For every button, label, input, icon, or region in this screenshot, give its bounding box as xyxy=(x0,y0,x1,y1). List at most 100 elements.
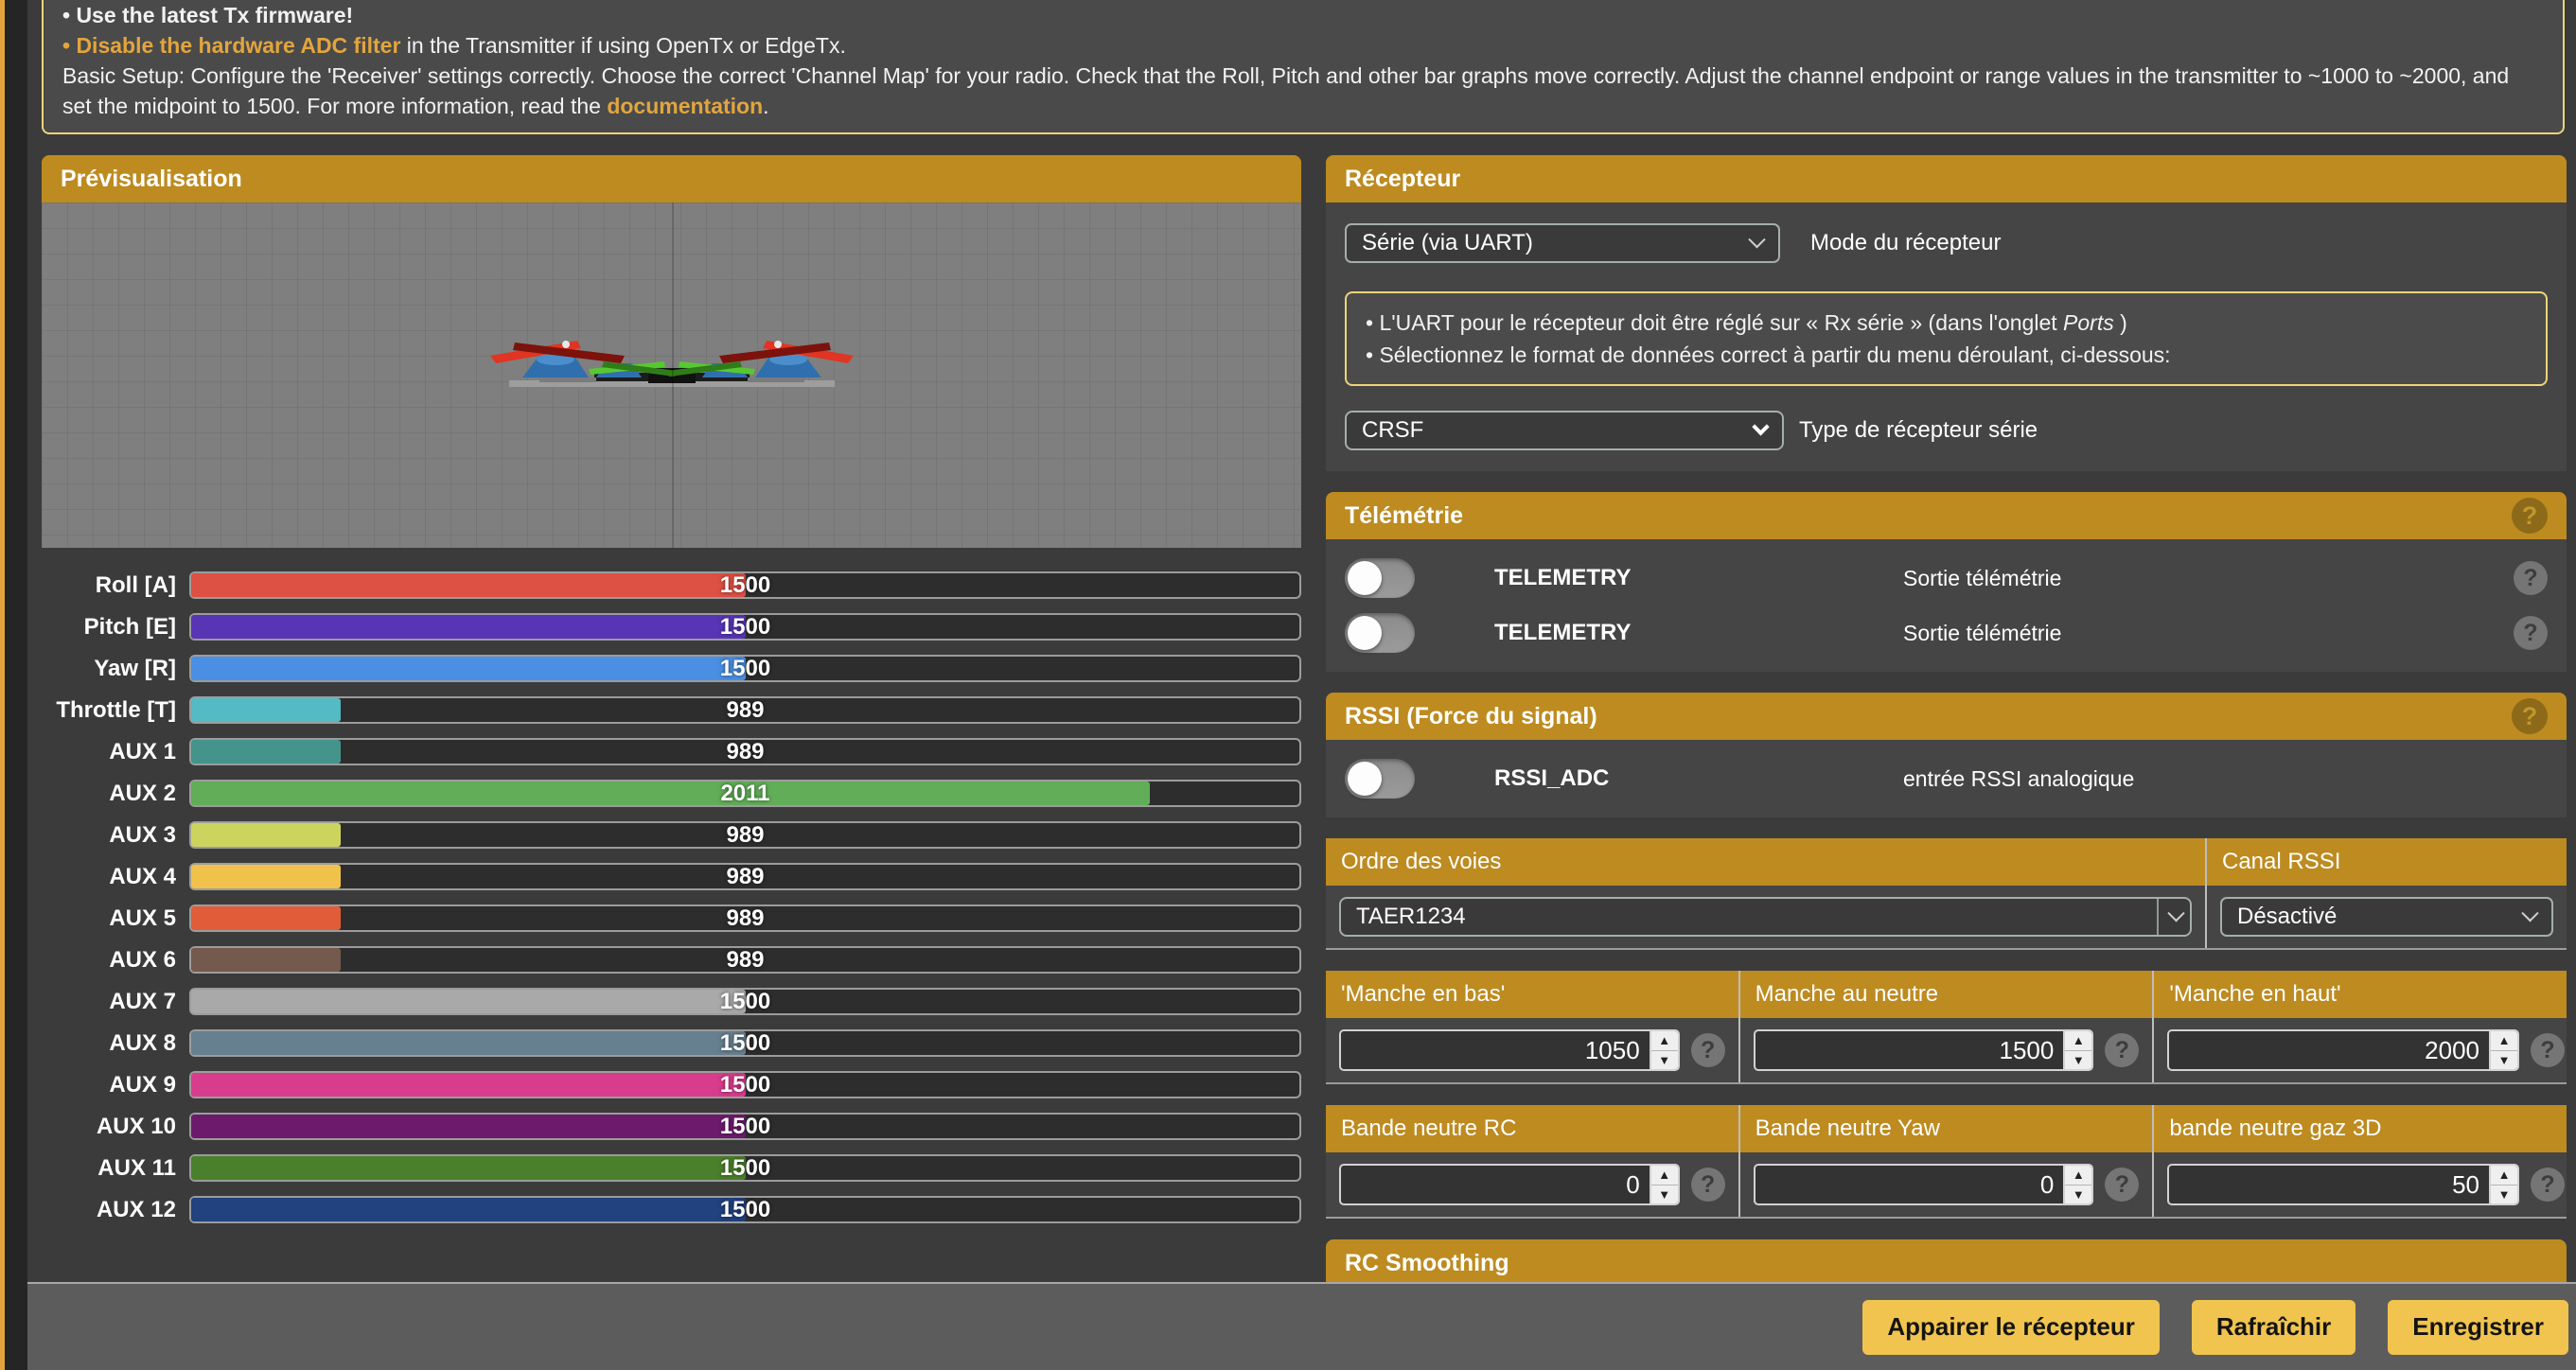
telemetry-title: Télémétrie xyxy=(1345,502,1463,530)
toggle-knob xyxy=(1348,616,1382,650)
preview-panel-header: Prévisualisation xyxy=(42,155,1301,202)
channel-map-header: Ordre des voies xyxy=(1326,838,2205,886)
channel-value: 1500 xyxy=(191,1156,1299,1180)
help-icon[interactable]: ? xyxy=(2105,1168,2139,1202)
channel-bar: 1500 xyxy=(189,613,1301,641)
stepper-down-icon[interactable]: ▼ xyxy=(2491,1186,2517,1204)
stepper-down-icon[interactable]: ▼ xyxy=(2491,1051,2517,1070)
stepper[interactable]: ▲▼ xyxy=(2065,1164,2093,1205)
serial-provider-select[interactable]: CRSF xyxy=(1345,411,1784,450)
rssi-title: RSSI (Force du signal) xyxy=(1345,703,1597,730)
channel-map-value: TAER1234 xyxy=(1356,904,2147,930)
stepper[interactable]: ▲▼ xyxy=(2491,1029,2519,1071)
rssi-channel-select[interactable]: Désactivé xyxy=(2220,897,2553,937)
channel-value: 989 xyxy=(191,823,1299,847)
stepper-up-icon[interactable]: ▲ xyxy=(2065,1166,2091,1186)
help-icon[interactable]: ? xyxy=(1691,1033,1725,1067)
deadband-3d-header: bande neutre gaz 3D xyxy=(2154,1105,2567,1152)
channel-row: AUX 1 989 xyxy=(42,738,1301,765)
stick-high-input[interactable] xyxy=(2167,1029,2491,1071)
stick-low-input[interactable] xyxy=(1339,1029,1651,1071)
rc-smoothing-title: RC Smoothing xyxy=(1345,1250,1509,1277)
help-icon[interactable]: ? xyxy=(2531,1168,2565,1202)
serial-provider-value: CRSF xyxy=(1362,417,1755,444)
setup-note: • Use the latest Tx firmware! • Disable … xyxy=(42,0,2565,134)
toggle-knob xyxy=(1348,561,1382,595)
stepper-down-icon[interactable]: ▼ xyxy=(1651,1051,1678,1070)
pair-receiver-button[interactable]: Appairer le récepteur xyxy=(1862,1300,2160,1355)
deadband-yaw-header: Bande neutre Yaw xyxy=(1740,1105,2153,1152)
telemetry-section: Télémétrie ? TELEMETRY Sortie télémétrie… xyxy=(1326,492,2567,672)
channel-bar: 1500 xyxy=(189,1071,1301,1098)
channel-row: AUX 7 1500 xyxy=(42,988,1301,1015)
stepper[interactable]: ▲▼ xyxy=(2491,1164,2519,1205)
channel-value: 2011 xyxy=(191,782,1299,805)
channel-label: AUX 6 xyxy=(42,947,176,974)
stick-values-group: 'Manche en bas' ▲▼ ? Manche au neutre xyxy=(1326,971,2567,1084)
deadband-3d-input[interactable] xyxy=(2167,1164,2491,1205)
channel-row: AUX 8 1500 xyxy=(42,1029,1301,1057)
telemetry-toggle[interactable] xyxy=(1345,613,1415,653)
channel-value: 1500 xyxy=(191,1198,1299,1221)
note-line-1: • Use the latest Tx firmware! xyxy=(62,0,2544,30)
save-button[interactable]: Enregistrer xyxy=(2388,1300,2568,1355)
help-icon[interactable]: ? xyxy=(2105,1033,2139,1067)
channel-bar: 989 xyxy=(189,821,1301,849)
channel-bar: 1500 xyxy=(189,1113,1301,1140)
select-divider xyxy=(2157,899,2159,935)
stepper[interactable]: ▲▼ xyxy=(1651,1029,1680,1071)
help-icon[interactable]: ? xyxy=(2512,498,2548,534)
feature-name: RSSI_ADC xyxy=(1494,765,1903,792)
footer-toolbar: Appairer le récepteur Rafraîchir Enregis… xyxy=(0,1282,2576,1370)
help-icon[interactable]: ? xyxy=(1691,1168,1725,1202)
channel-row: AUX 10 1500 xyxy=(42,1113,1301,1140)
help-icon[interactable]: ? xyxy=(2514,561,2548,595)
rssi-channel-value: Désactivé xyxy=(2237,904,2524,930)
channel-value: 989 xyxy=(191,865,1299,888)
help-icon[interactable]: ? xyxy=(2512,698,2548,734)
channel-value: 1500 xyxy=(191,615,1299,639)
channel-label: AUX 8 xyxy=(42,1030,176,1057)
receiver-mode-select[interactable]: Série (via UART) xyxy=(1345,223,1780,263)
stepper-down-icon[interactable]: ▼ xyxy=(1651,1186,1678,1204)
refresh-button[interactable]: Rafraîchir xyxy=(2192,1300,2355,1355)
stepper-down-icon[interactable]: ▼ xyxy=(2065,1186,2091,1204)
channel-bar: 1500 xyxy=(189,1154,1301,1182)
feature-desc: Sortie télémétrie xyxy=(1903,566,2514,591)
channel-value: 989 xyxy=(191,906,1299,930)
stepper-down-icon[interactable]: ▼ xyxy=(2065,1051,2091,1070)
channel-bar: 1500 xyxy=(189,1196,1301,1223)
help-icon[interactable]: ? xyxy=(2531,1033,2565,1067)
channel-row: Yaw [R] 1500 xyxy=(42,655,1301,682)
chevron-down-icon xyxy=(1752,418,1769,435)
receiver-section-header: Récepteur xyxy=(1326,155,2567,202)
stepper-up-icon[interactable]: ▲ xyxy=(2065,1031,2091,1051)
feature-name: TELEMETRY xyxy=(1494,620,1903,646)
stick-center-input[interactable] xyxy=(1754,1029,2066,1071)
stepper[interactable]: ▲▼ xyxy=(1651,1164,1680,1205)
channel-row: AUX 6 989 xyxy=(42,946,1301,974)
stepper[interactable]: ▲▼ xyxy=(2065,1029,2093,1071)
chevron-down-icon xyxy=(2167,905,2184,922)
stepper-up-icon[interactable]: ▲ xyxy=(1651,1031,1678,1051)
receiver-mode-label: Mode du récepteur xyxy=(1810,230,2001,256)
channel-bar: 989 xyxy=(189,863,1301,890)
rc-smoothing-section: RC Smoothing xyxy=(1326,1239,2567,1282)
rssi-adc-toggle[interactable] xyxy=(1345,759,1415,799)
deadband-rc-input[interactable] xyxy=(1339,1164,1651,1205)
stick-center-header: Manche au neutre xyxy=(1740,971,2153,1018)
channel-map-select[interactable]: TAER1234 xyxy=(1339,897,2192,937)
help-icon[interactable]: ? xyxy=(2514,616,2548,650)
channel-label: AUX 12 xyxy=(42,1197,176,1223)
deadband-yaw-input[interactable] xyxy=(1754,1164,2066,1205)
stepper-up-icon[interactable]: ▲ xyxy=(2491,1166,2517,1186)
documentation-link[interactable]: documentation xyxy=(607,94,763,118)
stepper-up-icon[interactable]: ▲ xyxy=(2491,1031,2517,1051)
uart-note: • L'UART pour le récepteur doit être rég… xyxy=(1345,291,2548,386)
adc-filter-link[interactable]: • Disable the hardware ADC filter xyxy=(62,33,400,58)
telemetry-toggle[interactable] xyxy=(1345,558,1415,598)
stick-low-header: 'Manche en bas' xyxy=(1326,971,1738,1018)
channel-bar: 989 xyxy=(189,738,1301,765)
stepper-up-icon[interactable]: ▲ xyxy=(1651,1166,1678,1186)
channel-label: AUX 5 xyxy=(42,905,176,932)
